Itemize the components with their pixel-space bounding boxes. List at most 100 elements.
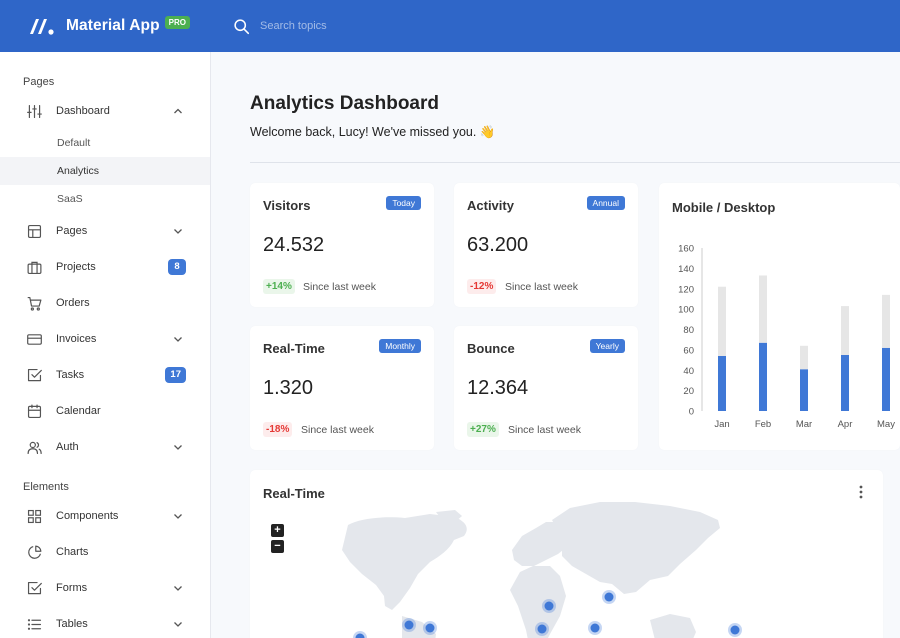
- chevron-down-icon: [174, 337, 182, 342]
- main-content: Analytics Dashboard Welcome back, Lucy! …: [211, 52, 900, 638]
- change-badge: -12%: [467, 279, 497, 294]
- y-tick-label: 20: [683, 386, 694, 397]
- sidebar-item-projects[interactable]: Projects 8: [0, 249, 210, 285]
- sidebar-item-forms[interactable]: Forms: [0, 570, 210, 606]
- change-badge: +14%: [263, 279, 295, 294]
- bar-mobile: [841, 354, 849, 411]
- change-badge: +27%: [467, 422, 499, 437]
- bar-desktop: [759, 275, 767, 343]
- chevron-down-icon: [174, 445, 182, 450]
- pie-icon: [24, 542, 44, 562]
- sidebar-item-components[interactable]: Components: [0, 498, 210, 534]
- stat-value: 12.364: [467, 377, 529, 399]
- sidebar-item-invoices[interactable]: Invoices: [0, 321, 210, 357]
- x-tick-label: Feb: [755, 419, 771, 430]
- y-tick-label: 100: [678, 305, 694, 316]
- sidebar-item-label: Charts: [56, 546, 89, 558]
- period-badge: Annual: [586, 196, 625, 210]
- search-input[interactable]: [260, 20, 460, 32]
- projects-count-badge: 8: [168, 259, 186, 275]
- sidebar-item-tasks[interactable]: Tasks 17: [0, 357, 210, 393]
- stat-card-visitors: Visitors Today 24.532 +14% Since last we…: [250, 183, 434, 307]
- search-icon: [234, 18, 250, 34]
- bar-mobile: [800, 369, 808, 411]
- bar-desktop: [718, 286, 726, 356]
- y-tick-label: 160: [678, 244, 694, 255]
- bar-mobile: [759, 342, 767, 411]
- sidebar-item-label: Projects: [56, 261, 96, 273]
- chevron-down-icon: [174, 514, 182, 519]
- sidebar-item-label: Auth: [56, 441, 79, 453]
- sidebar-subitem-default[interactable]: Default: [0, 129, 210, 157]
- sidebar-item-label: Calendar: [56, 405, 101, 417]
- sidebar: Pages Dashboard Default Analytics SaaS P…: [0, 52, 211, 638]
- realtime-map-card: Real-Time + −: [250, 470, 883, 638]
- checkbox-icon: [24, 578, 44, 598]
- cart-icon: [24, 293, 44, 313]
- sliders-icon: [24, 101, 44, 121]
- calendar-icon: [24, 401, 44, 421]
- sidebar-subitem-saas[interactable]: SaaS: [0, 185, 210, 213]
- section-title-elements: Elements: [23, 481, 69, 493]
- y-tick-label: 40: [683, 366, 694, 377]
- stat-card-activity: Activity Annual 63.200 -12% Since last w…: [454, 183, 638, 307]
- since-label: Since last week: [301, 424, 374, 436]
- tasks-count-badge: 17: [165, 367, 186, 383]
- x-tick-label: Apr: [838, 419, 853, 430]
- welcome-message: Welcome back, Lucy! We've missed you. 👋: [250, 125, 496, 139]
- chevron-up-icon: [174, 108, 182, 114]
- stat-value: 1.320: [263, 377, 314, 399]
- sidebar-item-label: Invoices: [56, 333, 97, 345]
- stat-card-realtime: Real-Time Monthly 1.320 -18% Since last …: [250, 326, 434, 450]
- period-badge: Today: [386, 196, 421, 210]
- sidebar-item-pages[interactable]: Pages: [0, 213, 210, 249]
- mobile-desktop-card: Mobile / Desktop 160 140 120 100 80 60 40 20 0 Ja…: [659, 183, 900, 450]
- y-tick-label: 140: [678, 264, 694, 275]
- chevron-down-icon: [174, 229, 182, 234]
- sidebar-item-label: Orders: [56, 297, 90, 309]
- stat-title: Real-Time: [263, 341, 325, 356]
- bar-desktop: [882, 294, 890, 348]
- app-name: Material App: [66, 17, 160, 34]
- sidebar-item-label: Tables: [56, 618, 88, 630]
- north-america: [342, 514, 467, 610]
- y-tick-label: 80: [683, 325, 694, 336]
- world-map[interactable]: [250, 470, 883, 638]
- sidebar-item-charts[interactable]: Charts: [0, 534, 210, 570]
- sidebar-item-dashboard[interactable]: Dashboard: [0, 93, 210, 129]
- bar-mobile: [882, 347, 890, 411]
- sidebar-item-label: Components: [56, 510, 119, 522]
- sidebar-item-label: Forms: [56, 582, 88, 594]
- sidebar-item-auth[interactable]: Auth: [0, 429, 210, 465]
- oceania: [650, 614, 696, 638]
- sidebar-item-orders[interactable]: Orders: [0, 285, 210, 321]
- since-label: Since last week: [505, 281, 578, 293]
- since-label: Since last week: [303, 281, 376, 293]
- page-title: Analytics Dashboard: [250, 93, 439, 114]
- sidebar-subitem-analytics[interactable]: Analytics: [0, 157, 210, 185]
- pro-badge: PRO: [164, 15, 190, 29]
- sidebar-item-calendar[interactable]: Calendar: [0, 393, 210, 429]
- sidebar-item-label: Dashboard: [56, 105, 110, 117]
- stat-title: Visitors: [263, 198, 311, 213]
- brand[interactable]: Material App PRO: [0, 15, 211, 37]
- bar-desktop: [841, 306, 849, 355]
- top-bar: Material App PRO: [0, 0, 900, 52]
- x-tick-label: Jan: [714, 419, 729, 430]
- chevron-down-icon: [174, 622, 182, 627]
- since-label: Since last week: [508, 424, 581, 436]
- bar-chart: 160 140 120 100 80 60 40 20 0 Jan Feb Mar Apr May: [678, 244, 895, 431]
- change-badge: -18%: [263, 422, 293, 437]
- x-tick-label: Mar: [796, 419, 812, 430]
- list-icon: [24, 614, 44, 634]
- stat-value: 63.200: [467, 234, 529, 256]
- logo-icon: [30, 19, 54, 35]
- y-tick-label: 60: [683, 345, 694, 356]
- bar-mobile: [718, 355, 726, 411]
- land-masses: [342, 502, 720, 638]
- card-icon: [24, 329, 44, 349]
- period-badge: Monthly: [379, 339, 421, 353]
- sidebar-item-tables[interactable]: Tables: [0, 606, 210, 638]
- stat-title: Activity: [467, 198, 514, 213]
- briefcase-icon: [24, 257, 44, 277]
